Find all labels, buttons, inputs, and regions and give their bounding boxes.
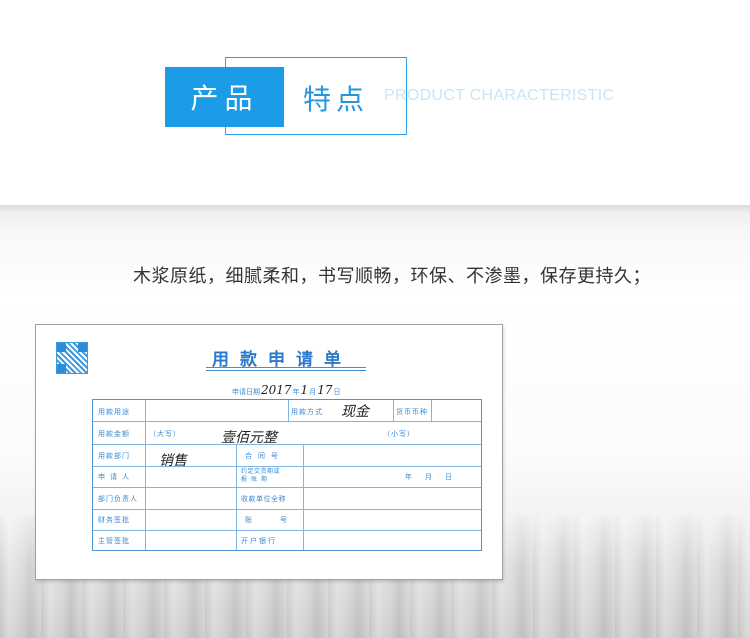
- grid-line: [93, 509, 481, 510]
- year-label: 年: [292, 388, 300, 396]
- amount-upper-value: 壹佰元整: [221, 430, 277, 446]
- date-row: 申请日期 2017 年 1 月 17 日: [232, 383, 340, 397]
- department-value: 销售: [159, 453, 187, 469]
- date-month: 1: [300, 383, 309, 397]
- manager-approval-label: 主管签批: [98, 537, 130, 545]
- agreed-date-label-2: 报账期: [241, 476, 272, 483]
- payee-label: 收款单位全称: [241, 495, 286, 503]
- amount-lower-label: （小写）: [383, 430, 415, 438]
- grid-line: [93, 487, 481, 488]
- grid-line: [93, 530, 481, 531]
- grid-line: [236, 444, 237, 550]
- grid-line: [93, 466, 481, 467]
- grid-line: [288, 400, 289, 421]
- applicant-label: 申请人: [98, 473, 134, 481]
- header-title: 特点: [303, 83, 370, 116]
- agreed-date-label-1: 约定交货期或: [241, 468, 281, 475]
- date-year: 2017: [261, 383, 292, 397]
- dept-head-label: 部门负责人: [98, 495, 138, 503]
- payment-method-label: 用款方式: [291, 408, 323, 416]
- amount-upper-label: （大写）: [149, 430, 181, 438]
- title-underline: [206, 370, 366, 371]
- grid-line: [431, 400, 432, 421]
- scene-top-shadow: [0, 205, 750, 213]
- date-ymd-label: 年 月 日: [405, 473, 455, 481]
- title-underline: [206, 367, 366, 368]
- payment-method-value: 现金: [341, 404, 369, 420]
- grid-line: [303, 444, 304, 550]
- grid-line: [145, 400, 146, 550]
- grid-line: [93, 421, 481, 422]
- contract-no-label: 合同号: [245, 452, 284, 460]
- currency-label: 货币币种: [396, 408, 428, 416]
- day-label: 日: [333, 388, 341, 396]
- month-label: 月: [309, 388, 317, 396]
- grid-line: [93, 444, 481, 445]
- amount-label: 用款金额: [98, 430, 130, 438]
- department-label: 用款部门: [98, 452, 130, 460]
- payment-request-form: 用款申请单 申请日期 2017 年 1 月 17 日 用款用途 用款方式 现金 …: [35, 324, 503, 580]
- header-section: 产品 特点 PRODUCT CHARACTERISTIC: [0, 0, 750, 205]
- form-grid: 用款用途 用款方式 现金 货币币种 用款金额 （大写） 壹佰元整 （小写） 用款…: [92, 399, 482, 551]
- qr-code-icon: [56, 342, 88, 374]
- account-label: 账号: [245, 516, 315, 524]
- bank-label: 开户银行: [241, 537, 277, 545]
- finance-approval-label: 财务签批: [98, 516, 130, 524]
- feature-caption: 木浆原纸，细腻柔和，书写顺畅，环保、不渗墨，保存更持久；: [133, 266, 651, 287]
- date-label: 申请日期: [232, 388, 260, 396]
- header-subtitle: PRODUCT CHARACTERISTIC: [384, 87, 615, 104]
- header-box-label: 产品: [165, 67, 284, 127]
- grid-line: [393, 400, 394, 421]
- usage-label: 用款用途: [98, 408, 130, 416]
- date-day: 17: [317, 383, 333, 397]
